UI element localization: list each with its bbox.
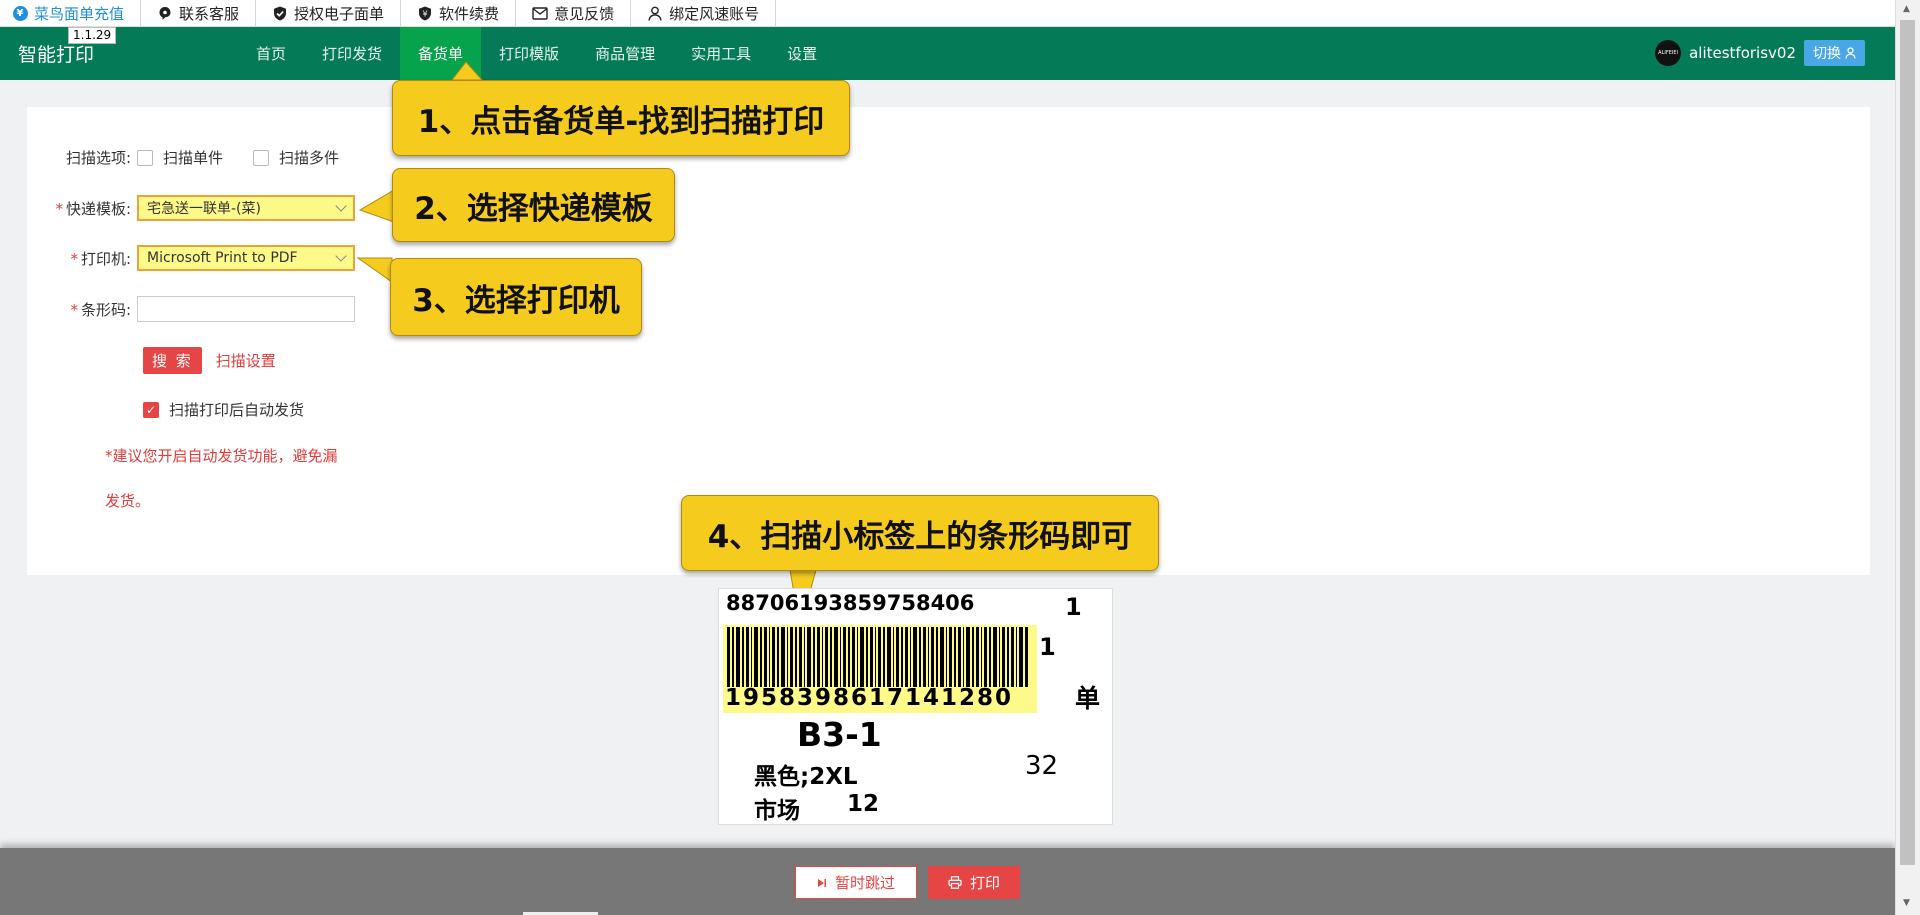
callout-step-4: 4、扫描小标签上的条形码即可	[681, 495, 1159, 571]
sample-label-image: 88706193859758406 1 1 1958398617141280 单…	[718, 588, 1113, 825]
label-barcode-number: 1958398617141280	[725, 685, 1014, 711]
callout-step-2: 2、选择快递模板	[392, 168, 675, 242]
callout-step-1: 1、点击备货单-找到扫描打印	[392, 80, 850, 156]
label-size-number: 32	[1025, 751, 1059, 781]
skip-icon	[817, 878, 826, 887]
skip-label: 暂时跳过	[834, 874, 895, 892]
print-button[interactable]: 打印	[928, 866, 1020, 899]
label-dan: 单	[1075, 684, 1101, 713]
print-label: 打印	[969, 874, 1000, 892]
label-location: B3-1	[797, 715, 882, 754]
app-window: ¥ 菜鸟面单充值 联系客服 授权电子面单 ¥ 软件续费 意见反馈 绑定风速账号 …	[0, 0, 1920, 915]
printer-icon	[948, 876, 962, 889]
label-market: 市场	[754, 798, 800, 824]
label-order-number: 88706193859758406	[726, 591, 975, 615]
label-qty-second: 1	[1039, 633, 1056, 661]
callout-step-3: 3、选择打印机	[390, 258, 642, 336]
skip-button[interactable]: 暂时跳过	[795, 866, 917, 899]
barcode-graphic	[727, 627, 1028, 687]
label-spec: 黑色;2XL	[754, 764, 858, 790]
scrollbar-thumb[interactable]	[1900, 20, 1915, 865]
label-market-number: 12	[847, 791, 880, 817]
scroll-up-arrow-icon[interactable]: ▲	[1903, 4, 1910, 14]
label-qty-top: 1	[1065, 593, 1082, 621]
bottom-action-bar: 暂时跳过 打印	[0, 848, 1895, 915]
vertical-scrollbar[interactable]: ▲ ▼	[1895, 0, 1920, 915]
scroll-down-arrow-icon[interactable]: ▼	[1903, 898, 1910, 908]
